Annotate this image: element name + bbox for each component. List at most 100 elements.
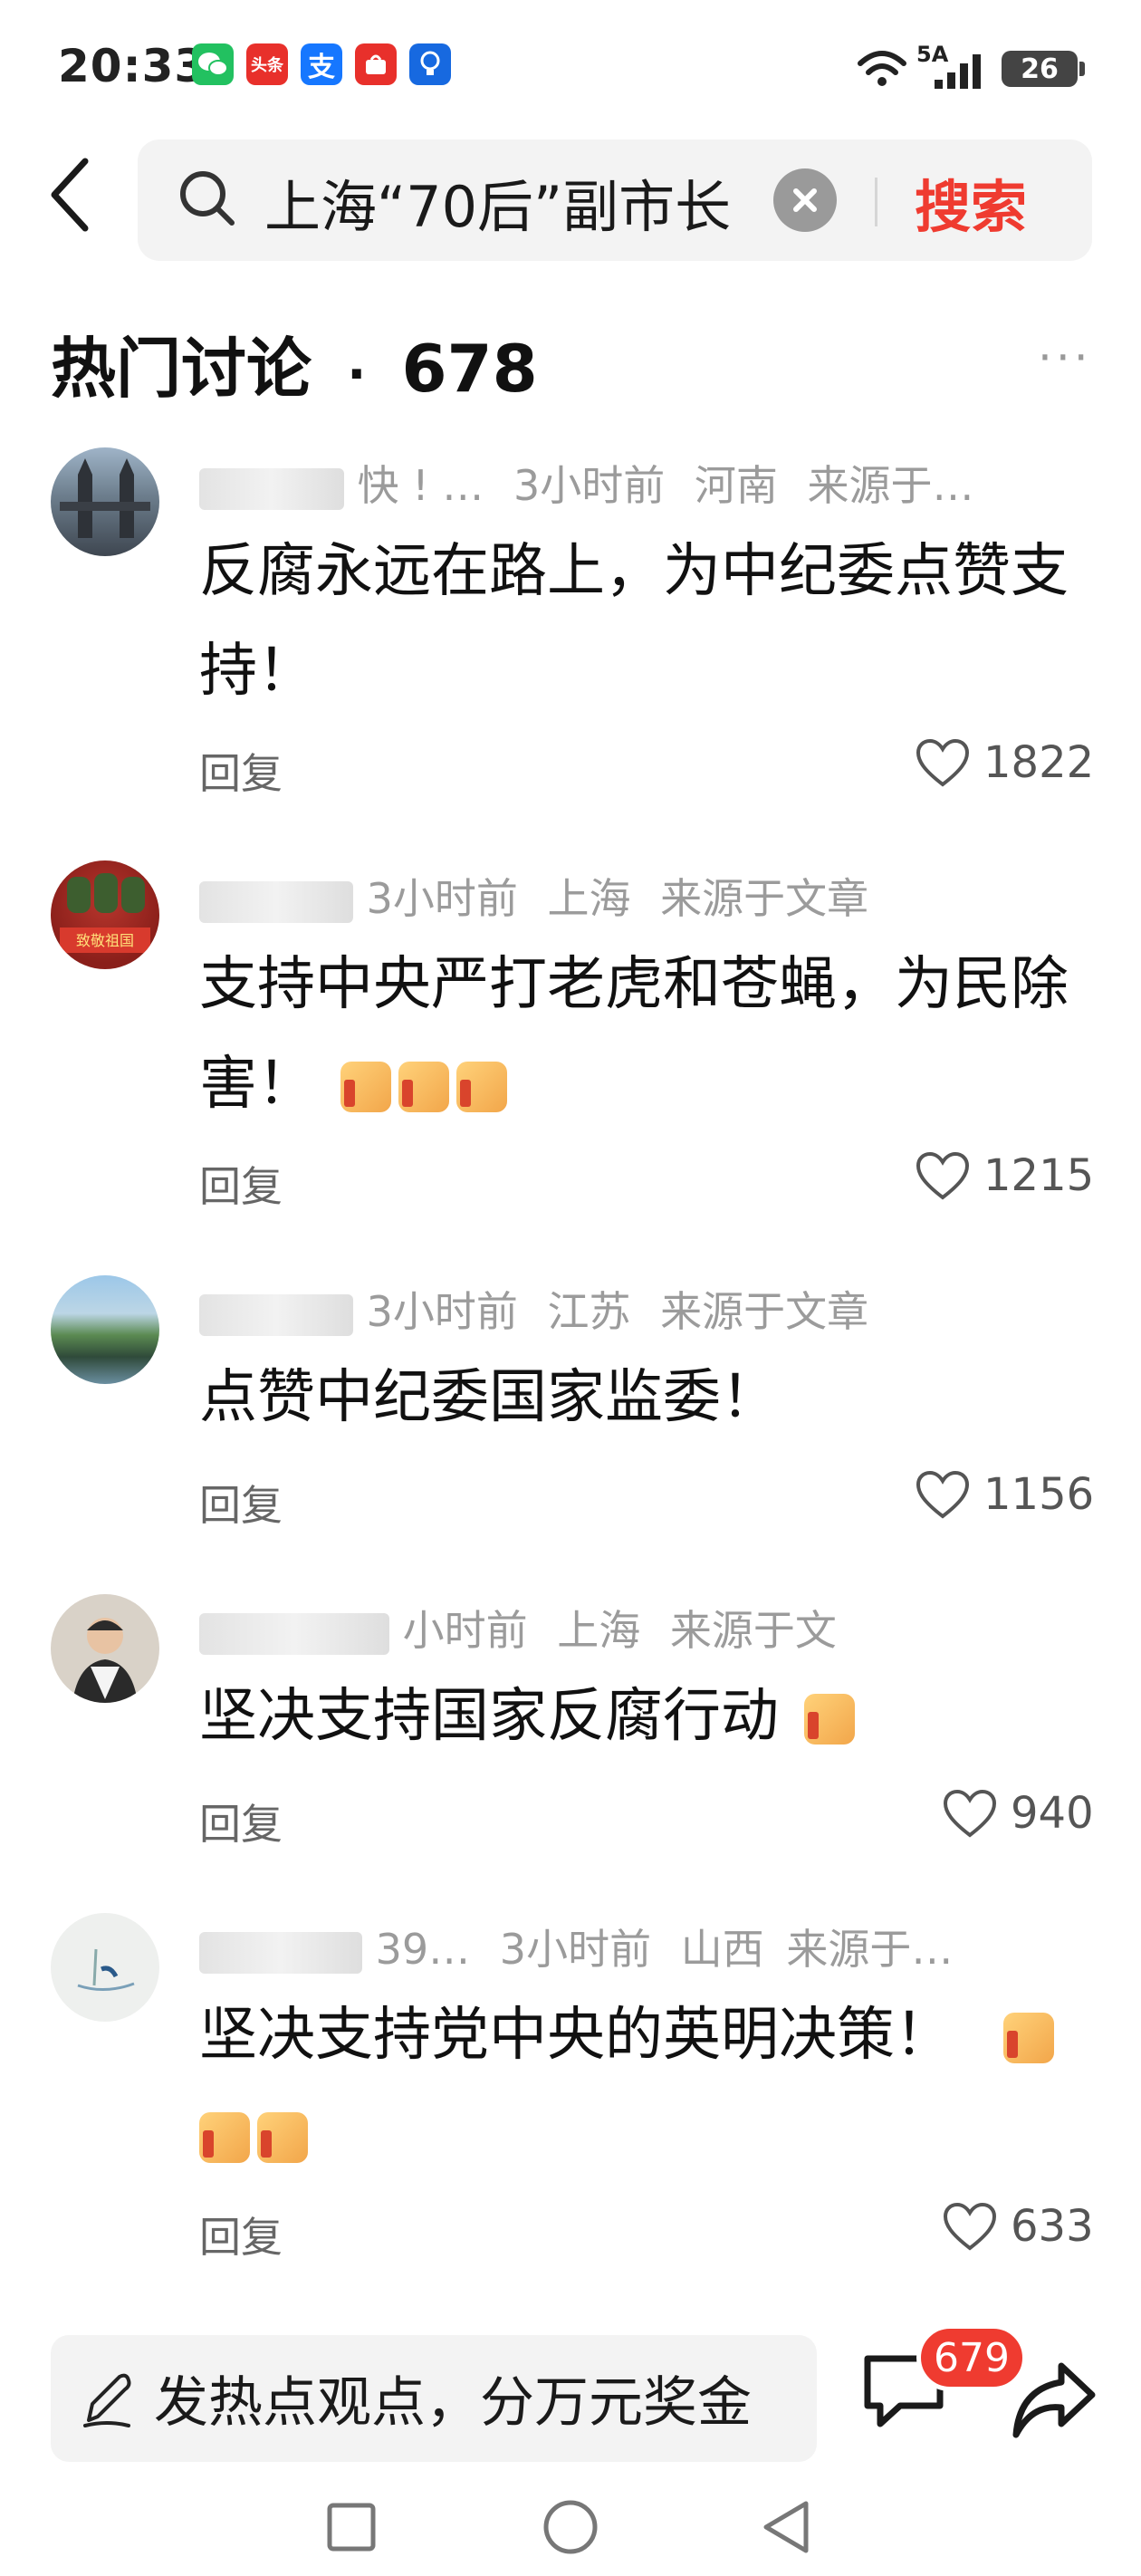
- clear-search-button[interactable]: [773, 168, 837, 232]
- comment-source: 来源于…: [807, 461, 974, 510]
- like-button[interactable]: 1215: [915, 1150, 1094, 1201]
- thumbs-up-emoji: [340, 1062, 392, 1113]
- section-count: 678: [401, 331, 538, 407]
- heart-icon: [916, 1470, 970, 1519]
- back-button[interactable]: [43, 154, 116, 245]
- status-time: 20:33: [58, 40, 207, 92]
- comment-location: 上海: [557, 1606, 641, 1655]
- comment-time: 3小时前: [366, 874, 518, 923]
- comment-text: 支持中央严打老虎和苍蝇，为民除害！: [199, 951, 1069, 1118]
- thumbs-up-emoji: [199, 2112, 250, 2164]
- heart-icon: [916, 1151, 970, 1200]
- square-icon: [327, 2503, 376, 2552]
- username-blurred: [199, 1931, 362, 1974]
- heart-icon: [943, 1789, 997, 1838]
- reply-button[interactable]: 回复: [199, 1792, 283, 1851]
- pen-icon: [80, 2368, 134, 2435]
- like-count: 1215: [983, 1150, 1095, 1201]
- username-blurred: [199, 1293, 353, 1336]
- avatar[interactable]: [51, 1594, 159, 1703]
- comment-content[interactable]: 支持中央严打老虎和苍蝇，为民除害！: [199, 935, 1096, 1134]
- heart-icon: [943, 2202, 997, 2251]
- triangle-back-icon: [763, 2501, 809, 2553]
- more-options-button[interactable]: ···: [1038, 332, 1092, 384]
- heart-icon: [916, 738, 970, 787]
- toutiao-icon: 头条: [246, 43, 288, 85]
- bulb-app-icon: [409, 43, 451, 85]
- reply-button[interactable]: 回复: [199, 1154, 283, 1214]
- comment-content[interactable]: 坚决支持国家反腐行动: [199, 1667, 1096, 1766]
- compose-placeholder: 发热点观点，分万元奖金: [154, 2371, 752, 2435]
- share-button[interactable]: [1011, 2359, 1098, 2440]
- search-icon: [177, 168, 237, 232]
- comment-location: 上海: [547, 874, 631, 923]
- wechat-icon: [192, 43, 234, 85]
- comment-username: 快 ! …: [357, 461, 497, 510]
- recent-apps-button[interactable]: [324, 2500, 379, 2558]
- search-divider: [875, 178, 877, 226]
- battery-tip: [1079, 62, 1085, 76]
- share-icon: [1012, 2362, 1096, 2438]
- reply-button[interactable]: 回复: [199, 2205, 283, 2264]
- like-button[interactable]: 1822: [915, 737, 1094, 788]
- comment-content[interactable]: 坚决支持党中央的英明决策！: [199, 1985, 1096, 2185]
- avatar[interactable]: [51, 447, 159, 556]
- like-count: 940: [1011, 1788, 1094, 1839]
- circle-icon: [543, 2500, 598, 2554]
- thumbs-up-emoji: [804, 1694, 856, 1745]
- reply-button[interactable]: 回复: [199, 1473, 283, 1533]
- section-title: 热门讨论 · 678: [51, 315, 538, 410]
- home-button[interactable]: [542, 2498, 599, 2560]
- comment-location: 河南: [694, 461, 778, 510]
- comment-time: 3小时前: [513, 461, 666, 510]
- search-button[interactable]: 搜索: [915, 161, 1027, 243]
- battery-indicator: 26: [1002, 51, 1078, 87]
- comment-content[interactable]: 点赞中纪委国家监委！: [199, 1348, 1096, 1447]
- comment-source: 来源于文章: [660, 874, 869, 923]
- comment-meta: 小时前 上海 来源于文: [199, 1598, 837, 1658]
- chevron-left-icon: [51, 158, 89, 232]
- comment-username: 39…: [375, 1925, 471, 1974]
- comment-source: 来源于文章: [660, 1287, 869, 1336]
- like-button[interactable]: 940: [942, 1788, 1094, 1839]
- svg-text:致敬祖国: 致敬祖国: [76, 932, 134, 949]
- like-count: 1156: [983, 1469, 1095, 1520]
- close-icon: [793, 188, 817, 212]
- comment-meta: 3小时前 上海 来源于文章: [199, 866, 868, 926]
- comment-text: 坚决支持党中央的英明决策！: [199, 2002, 953, 2069]
- section-separator: ·: [347, 345, 367, 404]
- avatar[interactable]: 致敬祖国: [51, 860, 159, 969]
- comment-meta: 3小时前 江苏 来源于文章: [199, 1279, 868, 1339]
- back-nav-button[interactable]: [759, 2498, 813, 2560]
- avatar[interactable]: [51, 1913, 159, 2022]
- comment-source: 来源于文: [669, 1606, 837, 1655]
- username-blurred: [199, 467, 344, 510]
- comment-source: 来源于…: [786, 1925, 954, 1974]
- comment-meta: 快 ! … 3小时前 河南 来源于…: [199, 453, 973, 513]
- wifi-icon: [857, 49, 907, 92]
- reply-button[interactable]: 回复: [199, 741, 283, 801]
- like-count: 1822: [983, 737, 1095, 788]
- comment-location: 山西: [680, 1925, 764, 1974]
- comment-time: 小时前: [402, 1606, 528, 1655]
- comment-time: 3小时前: [499, 1925, 652, 1974]
- thumbs-up-emoji: [398, 1062, 450, 1113]
- username-blurred: [199, 880, 353, 923]
- comment-content[interactable]: 反腐永远在路上，为中纪委点赞支持！: [199, 522, 1096, 721]
- like-count: 633: [1011, 2201, 1094, 2252]
- appgallery-icon: [355, 43, 397, 85]
- thumbs-up-emoji: [456, 1062, 508, 1113]
- avatar[interactable]: [51, 1275, 159, 1384]
- comment-text: 坚决支持国家反腐行动: [199, 1683, 779, 1750]
- thumbs-up-emoji: [257, 2112, 308, 2164]
- alipay-icon: 支: [301, 43, 342, 85]
- status-bar: 20:33 头条 支 5A 26: [0, 0, 1141, 127]
- thumbs-up-emoji: [1003, 2013, 1055, 2064]
- like-button[interactable]: 1156: [915, 1469, 1094, 1520]
- search-input[interactable]: 上海“70后”副市长: [264, 161, 731, 243]
- comment-location: 江苏: [547, 1287, 631, 1336]
- comment-time: 3小时前: [366, 1287, 518, 1336]
- like-button[interactable]: 633: [942, 2201, 1094, 2252]
- comment-meta: 39… 3小时前 山西 来源于…: [199, 1917, 953, 1976]
- username-blurred: [199, 1612, 389, 1655]
